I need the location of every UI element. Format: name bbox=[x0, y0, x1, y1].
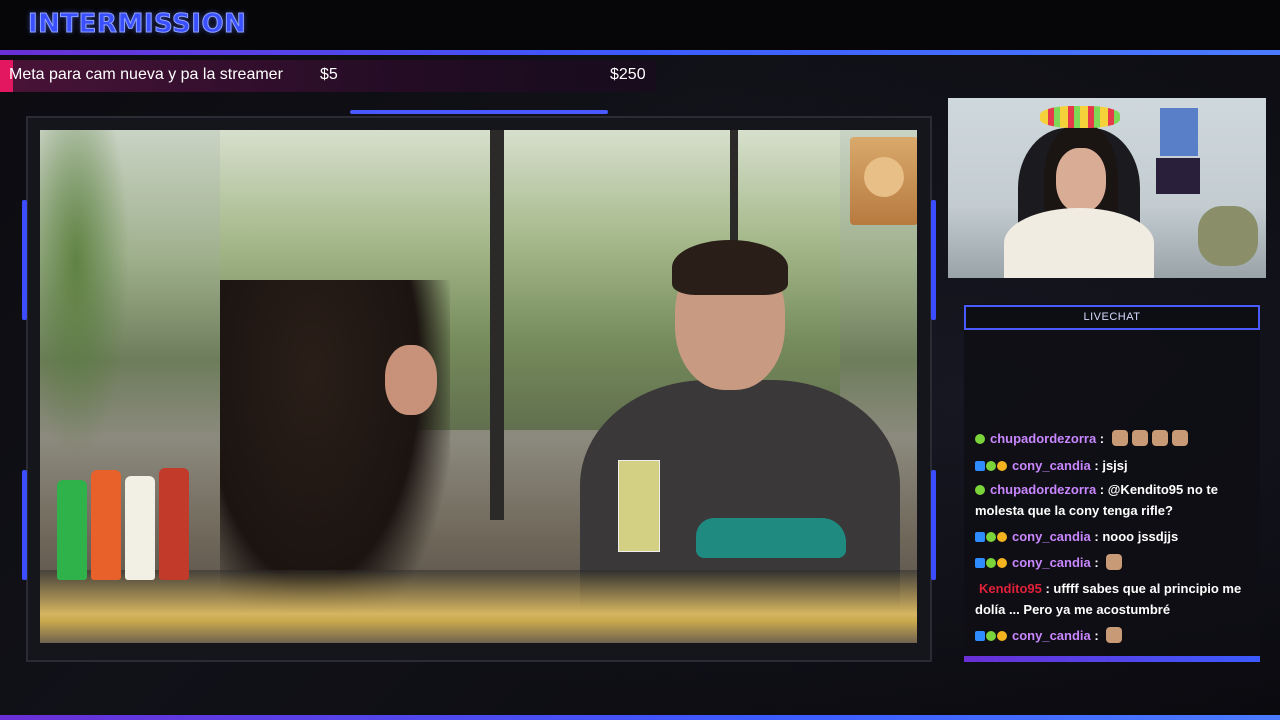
flower-crown bbox=[1040, 106, 1120, 128]
top-accent-line bbox=[0, 50, 1280, 55]
chat-message: chupadordezorra : @Kendito95 no te moles… bbox=[975, 479, 1255, 521]
streamer-webcam bbox=[948, 98, 1266, 278]
toy-car bbox=[696, 518, 846, 558]
chat-username[interactable]: chupadordezorra bbox=[990, 431, 1096, 446]
green-badge-icon bbox=[986, 558, 996, 568]
hanging-fern bbox=[40, 130, 130, 460]
emote-icon bbox=[1106, 554, 1123, 570]
gold-badge-icon bbox=[997, 461, 1007, 471]
gold-badge-icon bbox=[997, 558, 1007, 568]
green-badge-icon bbox=[986, 461, 996, 471]
green-badge-icon bbox=[986, 631, 996, 641]
window-pillar bbox=[490, 130, 504, 520]
bottom-accent-line bbox=[0, 715, 1280, 720]
green-badge-icon bbox=[975, 485, 985, 495]
blue-badge-icon bbox=[975, 532, 985, 542]
chat-text: nooo jssdjjs bbox=[1102, 529, 1179, 544]
livechat-header: LIVECHAT bbox=[964, 305, 1260, 330]
intermission-title: INTERMISSION bbox=[27, 9, 247, 40]
blue-badge-icon bbox=[975, 461, 985, 471]
goal-target-amount: $250 bbox=[610, 66, 646, 83]
wall-poster bbox=[1160, 108, 1198, 156]
chat-separator: : bbox=[1090, 628, 1103, 643]
gold-badge-icon bbox=[997, 631, 1007, 641]
green-bottle bbox=[57, 480, 87, 580]
cafe-table bbox=[40, 570, 917, 643]
emote-icon bbox=[1106, 627, 1123, 643]
chat-message: cony_candia : nooo jssdjjs bbox=[975, 526, 1255, 547]
sauce-bottles bbox=[55, 460, 189, 580]
juice-glass bbox=[618, 460, 660, 552]
donation-goal-bar: Meta para cam nueva y pa la streamer $5 … bbox=[0, 60, 656, 92]
top-bar: INTERMISSION bbox=[0, 0, 1280, 52]
chat-separator: : bbox=[1090, 458, 1103, 473]
blue-badge-icon bbox=[975, 631, 985, 641]
chat-message: Kendito95 : uffff sabes que al principio… bbox=[975, 578, 1255, 620]
emote-icon bbox=[1131, 430, 1148, 446]
left-accent-lower bbox=[22, 470, 27, 580]
chat-messages[interactable]: chupadordezorra : cony_candia : jsjsj chu… bbox=[964, 400, 1260, 654]
chat-separator: : bbox=[1096, 482, 1108, 497]
streamer-face bbox=[1056, 148, 1106, 212]
video-frame-top-accent bbox=[350, 110, 608, 114]
chat-message: cony_candia : bbox=[975, 625, 1255, 646]
chat-separator: : bbox=[1041, 581, 1054, 596]
goal-current-amount: $5 bbox=[320, 66, 338, 83]
chat-bottom-accent bbox=[964, 656, 1260, 662]
emote-icon bbox=[1111, 430, 1128, 446]
goal-label: Meta para cam nueva y pa la streamer bbox=[9, 66, 283, 83]
right-accent bbox=[931, 200, 936, 320]
left-accent bbox=[22, 200, 27, 320]
emote-icon bbox=[1171, 430, 1188, 446]
chat-username[interactable]: chupadordezorra bbox=[990, 482, 1096, 497]
red-bottle bbox=[159, 468, 189, 580]
woman-face bbox=[385, 345, 437, 415]
chat-text: jsjsj bbox=[1102, 458, 1128, 473]
chat-message: cony_candia : bbox=[975, 552, 1255, 573]
chat-separator: : bbox=[1096, 431, 1108, 446]
blue-badge-icon bbox=[975, 558, 985, 568]
cat-overlay-image bbox=[850, 137, 917, 225]
stream-overlay: { "header": { "title": "INTERMISSION" },… bbox=[0, 0, 1280, 720]
chat-message: cony_candia : jsjsj bbox=[975, 455, 1255, 476]
streamer-shirt bbox=[1004, 208, 1154, 278]
video-player[interactable] bbox=[40, 130, 917, 643]
green-badge-icon bbox=[986, 532, 996, 542]
right-accent-lower bbox=[931, 470, 936, 580]
chat-message: chupadordezorra : bbox=[975, 428, 1255, 449]
man-hair bbox=[672, 240, 788, 295]
wall-poster bbox=[1156, 158, 1200, 194]
chat-username[interactable]: cony_candia bbox=[1012, 458, 1091, 473]
chat-username[interactable]: cony_candia bbox=[1012, 555, 1091, 570]
chat-username[interactable]: cony_candia bbox=[1012, 628, 1091, 643]
plush-toy bbox=[1198, 206, 1258, 266]
chat-separator: : bbox=[1090, 555, 1103, 570]
orange-bottle bbox=[91, 470, 121, 580]
gold-badge-icon bbox=[997, 532, 1007, 542]
white-bottle bbox=[125, 476, 155, 580]
cat-face bbox=[864, 157, 904, 197]
green-badge-icon bbox=[975, 434, 985, 444]
chat-username[interactable]: Kendito95 bbox=[979, 581, 1042, 596]
chat-username[interactable]: cony_candia bbox=[1012, 529, 1091, 544]
chat-separator: : bbox=[1090, 529, 1103, 544]
emote-icon bbox=[1151, 430, 1168, 446]
